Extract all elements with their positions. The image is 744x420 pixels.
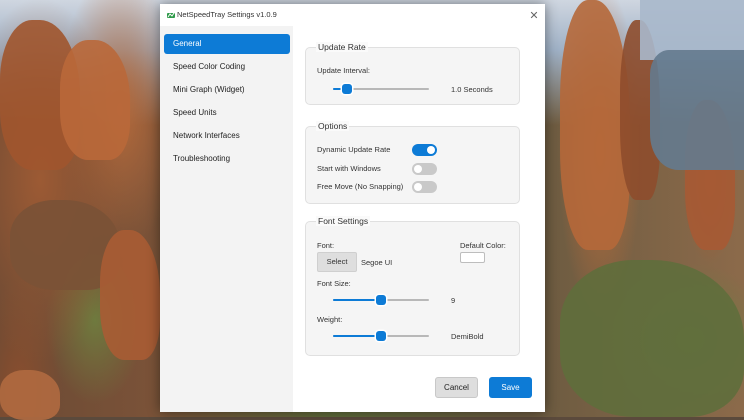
update-interval-label: Update Interval:	[317, 66, 370, 75]
font-settings-title: Font Settings	[316, 216, 371, 226]
start-with-windows-toggle[interactable]	[412, 163, 437, 175]
settings-content: Update Rate Update Interval: 1.0 Seconds…	[293, 26, 545, 412]
default-color-label: Default Color:	[460, 241, 506, 250]
wallpaper-rock	[0, 370, 60, 420]
sidebar-item-speed-color-coding[interactable]: Speed Color Coding	[164, 57, 290, 77]
toggle-knob	[414, 165, 422, 173]
toggle-knob	[414, 183, 422, 191]
wallpaper-valley	[650, 50, 744, 170]
font-label: Font:	[317, 241, 335, 250]
close-button[interactable]: ✕	[523, 4, 545, 26]
update-rate-group: Update Rate Update Interval: 1.0 Seconds	[305, 42, 520, 105]
sidebar: General Speed Color Coding Mini Graph (W…	[160, 26, 293, 412]
update-rate-title: Update Rate	[316, 42, 368, 52]
save-button[interactable]: Save	[489, 377, 532, 398]
options-group: Options Dynamic Update Rate Start with W…	[305, 121, 520, 204]
start-with-windows-label: Start with Windows	[317, 164, 381, 173]
weight-value: DemiBold	[451, 332, 484, 341]
dynamic-update-rate-toggle[interactable]	[412, 144, 437, 156]
font-size-slider-fill	[333, 299, 381, 301]
font-settings-group: Font Settings Font: Select Segoe UI Defa…	[305, 216, 520, 356]
settings-window: NetSpeedTray Settings v1.0.9 ✕ General S…	[160, 4, 545, 412]
cancel-button[interactable]: Cancel	[435, 377, 478, 398]
wallpaper-rock	[60, 40, 130, 160]
font-select-button[interactable]: Select	[317, 252, 357, 272]
weight-slider-fill	[333, 335, 381, 337]
update-interval-value: 1.0 Seconds	[451, 85, 493, 94]
free-move-toggle[interactable]	[412, 181, 437, 193]
close-icon: ✕	[529, 9, 539, 22]
app-icon	[167, 12, 175, 18]
font-size-value: 9	[451, 296, 456, 305]
weight-slider-thumb[interactable]	[376, 331, 386, 341]
sidebar-item-troubleshooting[interactable]: Troubleshooting	[164, 149, 290, 169]
toggle-knob	[427, 146, 435, 154]
options-title: Options	[316, 121, 350, 131]
sidebar-item-general[interactable]: General	[164, 34, 290, 54]
wallpaper-rock	[100, 230, 160, 360]
font-size-slider[interactable]	[333, 295, 429, 305]
font-size-slider-thumb[interactable]	[376, 295, 386, 305]
sidebar-item-network-interfaces[interactable]: Network Interfaces	[164, 126, 290, 146]
sidebar-item-speed-units[interactable]: Speed Units	[164, 103, 290, 123]
free-move-label: Free Move (No Snapping)	[317, 182, 404, 191]
default-color-swatch[interactable]	[460, 252, 485, 263]
dynamic-update-rate-label: Dynamic Update Rate	[317, 145, 391, 154]
update-interval-slider[interactable]	[333, 84, 429, 94]
weight-label: Weight:	[317, 315, 343, 324]
sidebar-item-mini-graph[interactable]: Mini Graph (Widget)	[164, 80, 290, 100]
title-bar: NetSpeedTray Settings v1.0.9 ✕	[160, 4, 545, 26]
update-interval-slider-thumb[interactable]	[342, 84, 353, 94]
weight-slider[interactable]	[333, 331, 429, 341]
font-size-label: Font Size:	[317, 279, 351, 288]
wallpaper-bush	[560, 260, 744, 417]
font-name: Segoe UI	[361, 258, 393, 267]
window-title: NetSpeedTray Settings v1.0.9	[177, 10, 277, 19]
